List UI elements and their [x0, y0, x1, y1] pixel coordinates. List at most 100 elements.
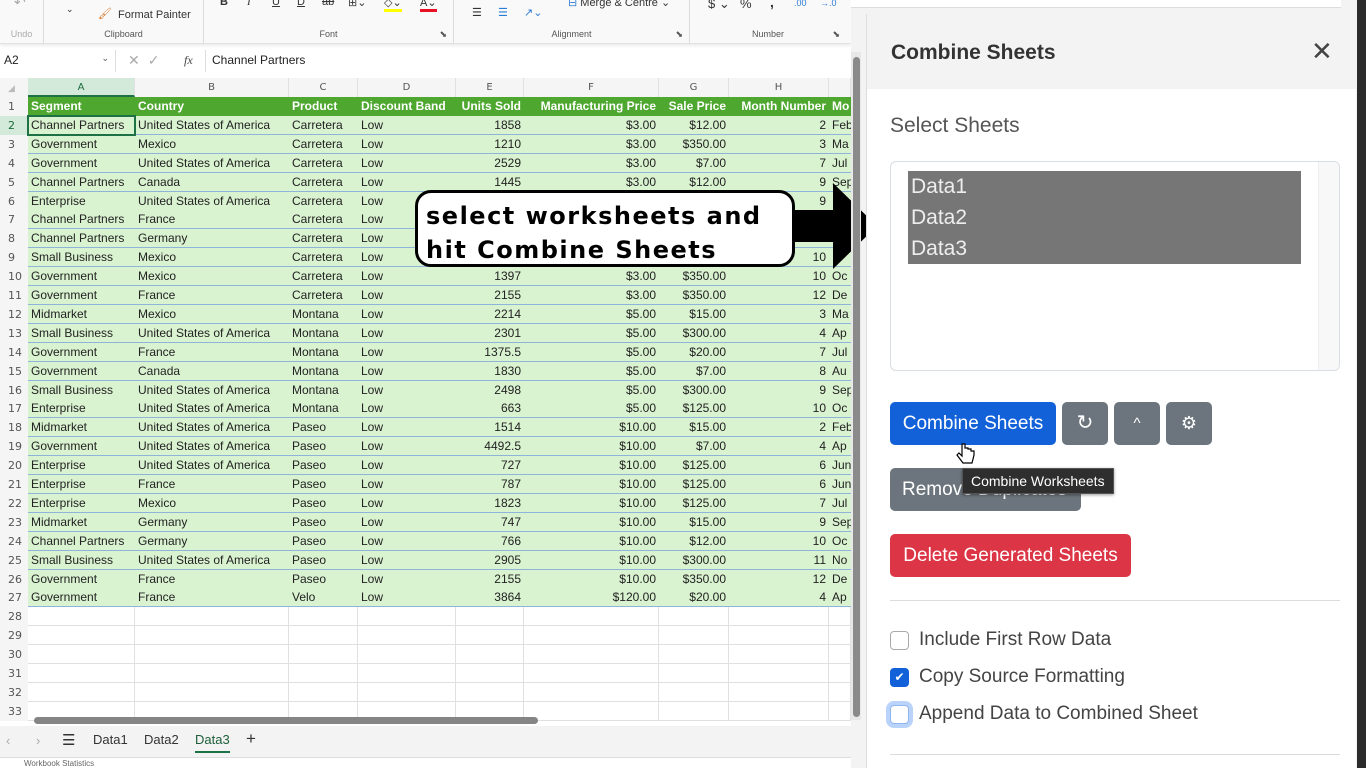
- table-cell[interactable]: Paseo: [289, 437, 358, 457]
- table-cell[interactable]: $20.00: [659, 588, 729, 608]
- table-cell[interactable]: 2: [729, 115, 829, 135]
- empty-cell[interactable]: [289, 626, 358, 646]
- table-cell[interactable]: Mexico: [135, 267, 289, 287]
- table-cell[interactable]: Low: [358, 115, 456, 135]
- append-data-label[interactable]: Append Data to Combined Sheet: [919, 703, 1198, 725]
- table-cell[interactable]: France: [135, 286, 289, 305]
- empty-cell[interactable]: [524, 626, 659, 646]
- table-cell[interactable]: 1210: [456, 134, 524, 154]
- table-cell[interactable]: $350.00: [659, 569, 729, 589]
- table-cell[interactable]: France: [135, 475, 289, 494]
- underline-button[interactable]: U: [272, 0, 280, 8]
- table-cell[interactable]: $5.00: [524, 323, 659, 343]
- table-cell[interactable]: Montana: [289, 323, 358, 343]
- table-cell[interactable]: Channel Partners: [28, 210, 135, 230]
- empty-cell[interactable]: [524, 701, 659, 721]
- table-cell[interactable]: Low: [358, 380, 456, 400]
- empty-cell[interactable]: [358, 626, 456, 646]
- header-cell[interactable]: Manufacturing Price: [524, 97, 659, 116]
- table-cell[interactable]: United States of America: [135, 550, 289, 570]
- table-cell[interactable]: 7: [729, 342, 829, 362]
- table-cell[interactable]: $15.00: [659, 418, 729, 438]
- empty-cell[interactable]: [524, 607, 659, 627]
- table-cell[interactable]: $15.00: [659, 304, 729, 324]
- row-header[interactable]: 6: [0, 191, 28, 211]
- row-header[interactable]: 32: [0, 682, 28, 702]
- table-cell[interactable]: $7.00: [659, 153, 729, 173]
- empty-cell[interactable]: [524, 664, 659, 683]
- table-cell[interactable]: Low: [358, 493, 456, 513]
- table-cell[interactable]: Government: [28, 569, 135, 589]
- empty-cell[interactable]: [456, 626, 524, 646]
- table-cell[interactable]: Low: [358, 512, 456, 532]
- empty-cell[interactable]: [289, 682, 358, 702]
- table-cell[interactable]: Germany: [135, 512, 289, 532]
- empty-cell[interactable]: [829, 664, 851, 683]
- empty-cell[interactable]: [358, 645, 456, 665]
- table-cell[interactable]: $125.00: [659, 456, 729, 476]
- empty-cell[interactable]: [289, 645, 358, 665]
- empty-cell[interactable]: [28, 664, 135, 683]
- table-cell[interactable]: 663: [456, 399, 524, 419]
- table-cell[interactable]: Government: [28, 342, 135, 362]
- row-header[interactable]: 10: [0, 267, 28, 287]
- table-cell[interactable]: 727: [456, 456, 524, 476]
- table-cell[interactable]: Paseo: [289, 493, 358, 513]
- table-cell[interactable]: 11: [729, 550, 829, 570]
- table-cell[interactable]: $12.00: [659, 531, 729, 551]
- table-cell[interactable]: Carretera: [289, 191, 358, 211]
- table-cell[interactable]: 4492.5: [456, 437, 524, 457]
- table-cell[interactable]: Low: [358, 399, 456, 419]
- table-cell[interactable]: 9: [729, 380, 829, 400]
- column-header-e[interactable]: E: [456, 78, 524, 97]
- table-cell[interactable]: 6: [729, 475, 829, 494]
- copy-source-formatting-label[interactable]: Copy Source Formatting: [919, 666, 1125, 688]
- table-cell[interactable]: Channel Partners: [28, 531, 135, 551]
- header-cell[interactable]: Segment: [28, 97, 135, 116]
- table-cell[interactable]: United States of America: [135, 399, 289, 419]
- table-cell[interactable]: Midmarket: [28, 512, 135, 532]
- table-cell[interactable]: $3.00: [524, 286, 659, 305]
- table-cell[interactable]: $125.00: [659, 475, 729, 494]
- table-cell[interactable]: 766: [456, 531, 524, 551]
- table-cell[interactable]: Mexico: [135, 304, 289, 324]
- table-cell[interactable]: Government: [28, 134, 135, 154]
- table-cell[interactable]: Carretera: [289, 153, 358, 173]
- table-cell[interactable]: Mexico: [135, 134, 289, 154]
- format-painter-button[interactable]: Format Painter: [118, 9, 191, 21]
- table-cell[interactable]: Low: [358, 323, 456, 343]
- row-header[interactable]: 17: [0, 399, 28, 419]
- table-cell[interactable]: Paseo: [289, 550, 358, 570]
- table-cell[interactable]: Small Business: [28, 323, 135, 343]
- table-cell[interactable]: 12: [729, 569, 829, 589]
- list-scrollbar[interactable]: [1318, 162, 1339, 370]
- delete-generated-sheets-button[interactable]: Delete Generated Sheets: [890, 534, 1131, 577]
- table-cell[interactable]: $20.00: [659, 342, 729, 362]
- table-cell[interactable]: Low: [358, 286, 456, 305]
- copy-source-formatting-option[interactable]: ✔ Copy Source Formatting: [890, 666, 1125, 688]
- table-cell[interactable]: Canada: [135, 172, 289, 192]
- table-cell[interactable]: Government: [28, 437, 135, 457]
- table-cell[interactable]: Sep: [829, 380, 851, 400]
- double-underline-button[interactable]: D: [297, 0, 305, 8]
- decrease-decimal-icon[interactable]: →.0: [820, 0, 837, 8]
- table-cell[interactable]: 2301: [456, 323, 524, 343]
- merge-centre-button[interactable]: ⊟ Merge & Centre ⌄: [568, 0, 670, 9]
- italic-button[interactable]: I: [247, 0, 251, 8]
- table-cell[interactable]: Paseo: [289, 475, 358, 494]
- table-cell[interactable]: Carretera: [289, 134, 358, 154]
- table-cell[interactable]: $350.00: [659, 134, 729, 154]
- table-cell[interactable]: Velo: [289, 588, 358, 608]
- settings-button[interactable]: ⚙: [1166, 402, 1212, 445]
- row-header[interactable]: 33: [0, 701, 28, 721]
- table-cell[interactable]: France: [135, 342, 289, 362]
- table-cell[interactable]: $7.00: [659, 361, 729, 381]
- increase-indent-icon[interactable]: ☰: [498, 6, 508, 19]
- empty-cell[interactable]: [829, 682, 851, 702]
- empty-cell[interactable]: [289, 607, 358, 627]
- empty-cell[interactable]: [358, 682, 456, 702]
- sheet-select-list[interactable]: Data1 Data2 Data3: [890, 161, 1340, 371]
- table-cell[interactable]: Paseo: [289, 456, 358, 476]
- table-cell[interactable]: Oc: [829, 531, 851, 551]
- table-cell[interactable]: 2529: [456, 153, 524, 173]
